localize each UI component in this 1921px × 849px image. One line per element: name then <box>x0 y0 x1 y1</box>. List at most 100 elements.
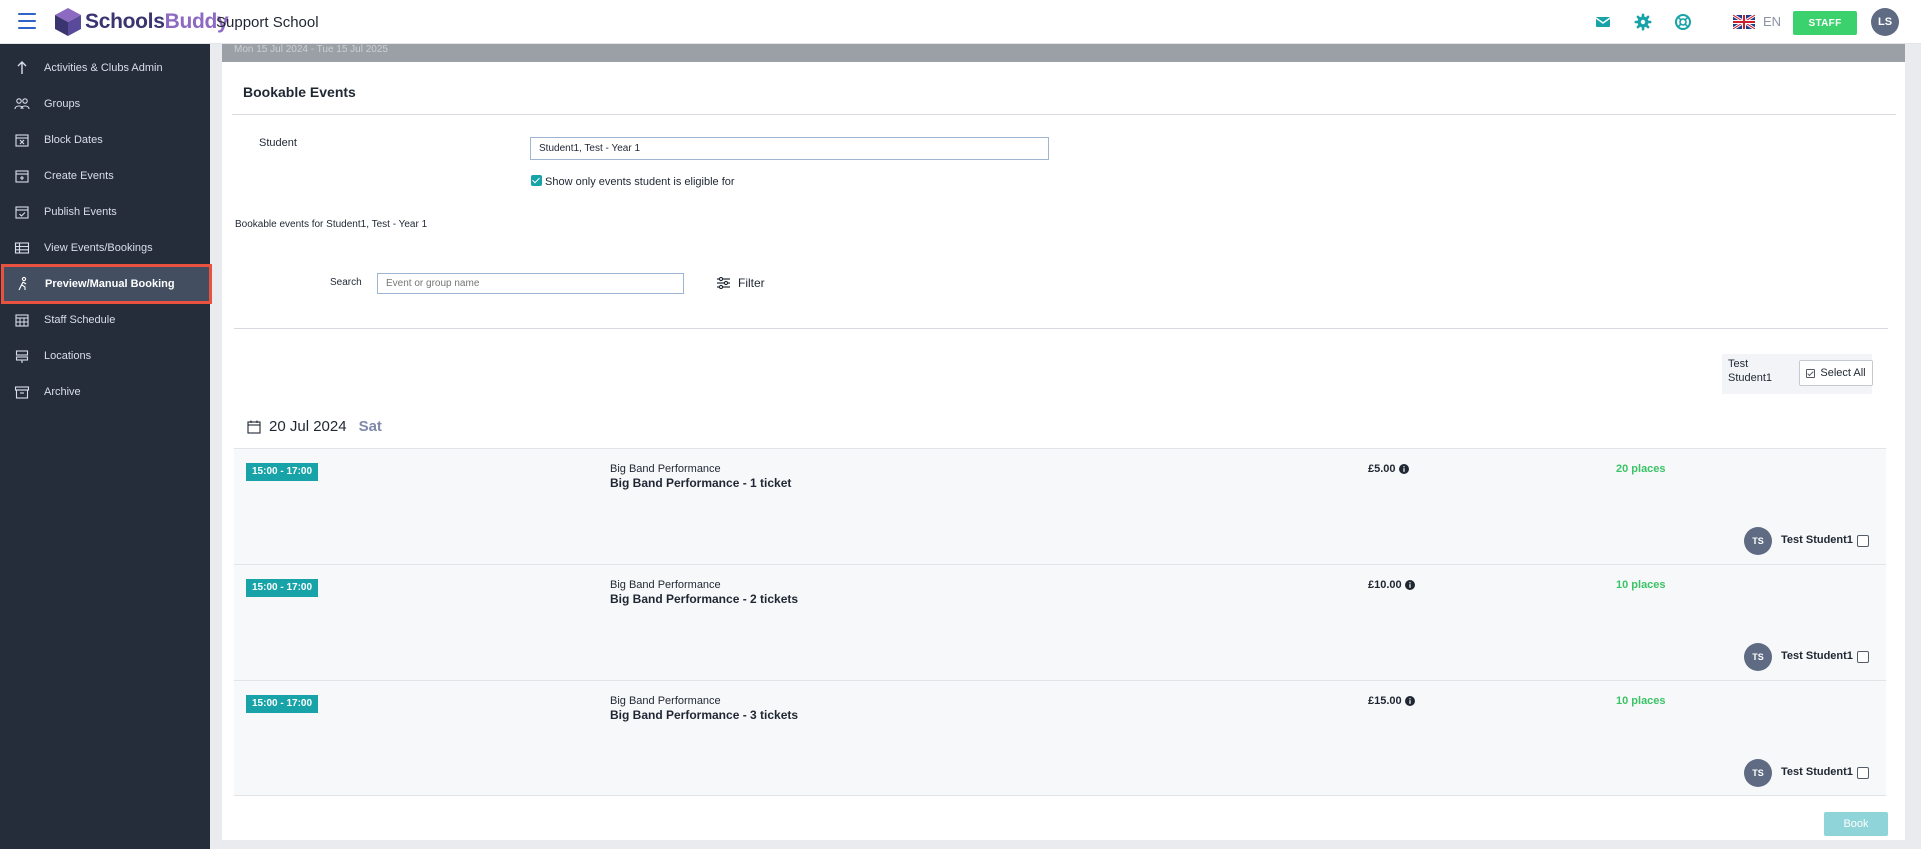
lifebuoy-icon[interactable] <box>1674 13 1692 31</box>
hamburger-menu-icon[interactable] <box>18 13 36 29</box>
student-avatar: TS <box>1744 643 1772 671</box>
date-heading: 20 Jul 2024 Sat <box>247 418 382 435</box>
event-group: Big Band Performance <box>610 579 721 591</box>
sidebar-item-label: Staff Schedule <box>44 314 116 326</box>
time-badge: 15:00 - 17:00 <box>246 579 319 597</box>
select-all-label: Select All <box>1820 367 1866 379</box>
sidebar-item-groups[interactable]: Groups <box>2 86 210 122</box>
sidebar-item-label: Activities & Clubs Admin <box>44 62 163 74</box>
sidebar-item-label: Block Dates <box>44 134 103 146</box>
event-price-value: £10.00 <box>1368 579 1402 591</box>
book-student-checkbox[interactable] <box>1857 535 1869 547</box>
event-name: Big Band Performance - 3 tickets <box>610 708 799 722</box>
groups-icon <box>14 98 30 110</box>
book-button[interactable]: Book <box>1824 812 1888 836</box>
event-places: 20 places <box>1616 463 1666 475</box>
calendar-x-icon <box>15 134 29 147</box>
student-label: Student <box>259 137 297 149</box>
staff-role-button[interactable]: STAFF <box>1793 11 1857 35</box>
student-select[interactable] <box>530 137 1049 160</box>
app-logo[interactable]: SchoolsBuddy <box>54 7 229 37</box>
search-input[interactable] <box>377 273 684 294</box>
archive-icon <box>14 386 30 399</box>
student-select-all-panel: Test Student1 Select All <box>1722 354 1873 394</box>
sidebar-item-publish-events[interactable]: Publish Events <box>2 194 210 230</box>
brand-name: SchoolsBuddy <box>85 10 229 33</box>
language-selector[interactable]: EN <box>1733 14 1781 29</box>
time-badge: 15:00 - 17:00 <box>246 695 319 713</box>
event-group: Big Band Performance <box>610 463 721 475</box>
language-code: EN <box>1763 14 1782 29</box>
event-price-value: £5.00 <box>1368 463 1396 475</box>
user-avatar[interactable]: LS <box>1871 8 1899 36</box>
logo-cube-icon <box>55 8 81 36</box>
calendar-grid-icon <box>15 314 29 327</box>
info-icon[interactable] <box>1404 696 1415 706</box>
sidebar-item-block-dates[interactable]: Block Dates <box>2 122 210 158</box>
school-name: Support School <box>216 14 319 31</box>
student-name: Test Student1 <box>1781 766 1853 778</box>
sidebar-item-label: Create Events <box>44 170 114 182</box>
sidebar-item-view-events-bookings[interactable]: View Events/Bookings <box>2 230 210 266</box>
calendar-plus-icon <box>15 170 29 183</box>
event-price: £10.00 <box>1368 579 1415 591</box>
gear-icon[interactable] <box>1634 13 1652 31</box>
sidebar-item-locations[interactable]: Locations <box>2 338 210 374</box>
table-icon <box>14 242 30 254</box>
student-name: Test Student1 <box>1781 534 1853 546</box>
event-row: 15:00 - 17:00 Big Band Performance Big B… <box>234 680 1886 796</box>
title-divider <box>232 114 1896 115</box>
book-student-checkbox[interactable] <box>1857 767 1869 779</box>
uk-flag-icon <box>1733 14 1755 29</box>
term-banner: Mon 15 Jul 2024 - Tue 15 Jul 2025 <box>222 44 1905 62</box>
sidebar-item-label: Publish Events <box>44 206 117 218</box>
event-places: 10 places <box>1616 579 1666 591</box>
student-avatar: TS <box>1744 759 1772 787</box>
event-name: Big Band Performance - 2 tickets <box>610 592 799 606</box>
calendar-icon <box>247 420 261 434</box>
event-group: Big Band Performance <box>610 695 721 707</box>
top-header: SchoolsBuddy Support School EN STAFF LS <box>0 0 1921 44</box>
term-dates: Mon 15 Jul 2024 - Tue 15 Jul 2025 <box>234 44 388 55</box>
sidebar-item-preview-manual-booking[interactable]: Preview/Manual Booking <box>1 264 212 304</box>
sidebar-item-label: View Events/Bookings <box>44 242 153 254</box>
event-name: Big Band Performance - 1 ticket <box>610 476 792 490</box>
signpost-icon <box>15 350 29 363</box>
eligible-only-label: Show only events student is eligible for <box>545 176 735 188</box>
main-content: Mon 15 Jul 2024 - Tue 15 Jul 2025 Bookab… <box>222 44 1905 840</box>
page-title: Bookable Events <box>243 84 356 100</box>
info-icon[interactable] <box>1404 580 1415 590</box>
search-divider <box>234 328 1888 329</box>
event-places: 10 places <box>1616 695 1666 707</box>
filter-label: Filter <box>738 276 765 290</box>
event-row: 15:00 - 17:00 Big Band Performance Big B… <box>234 448 1886 564</box>
bookable-for-text: Bookable events for Student1, Test - Yea… <box>235 219 428 230</box>
sidebar-item-create-events[interactable]: Create Events <box>2 158 210 194</box>
sidebar-item-staff-schedule[interactable]: Staff Schedule <box>2 302 210 338</box>
sidebar-item-label: Locations <box>44 350 92 362</box>
person-walk-icon <box>18 276 27 291</box>
sidebar-nav: Activities & Clubs Admin Groups Block Da… <box>0 44 212 849</box>
book-student-checkbox[interactable] <box>1857 651 1869 663</box>
info-icon[interactable] <box>1398 464 1409 474</box>
arrow-up-icon <box>17 61 27 74</box>
time-badge: 15:00 - 17:00 <box>246 463 319 481</box>
sidebar-item-archive[interactable]: Archive <box>2 374 210 410</box>
eligible-only-checkbox[interactable] <box>531 175 542 186</box>
mail-icon[interactable] <box>1594 13 1612 31</box>
sidebar-item-label: Preview/Manual Booking <box>45 278 175 290</box>
calendar-check-icon <box>15 206 29 219</box>
sidebar-item-label: Archive <box>44 386 81 398</box>
event-date: 20 Jul 2024 <box>269 418 347 435</box>
sliders-icon <box>717 277 730 289</box>
sidebar-item-label: Groups <box>44 98 81 110</box>
sidebar-item-activities-clubs-admin[interactable]: Activities & Clubs Admin <box>2 50 210 86</box>
search-label: Search <box>330 277 362 288</box>
event-price: £15.00 <box>1368 695 1415 707</box>
event-day: Sat <box>358 418 382 435</box>
select-all-button[interactable]: Select All <box>1799 360 1873 386</box>
event-price-value: £15.00 <box>1368 695 1402 707</box>
filter-button[interactable]: Filter <box>717 276 765 290</box>
event-row: 15:00 - 17:00 Big Band Performance Big B… <box>234 564 1886 680</box>
checkbox-icon <box>1806 368 1816 378</box>
